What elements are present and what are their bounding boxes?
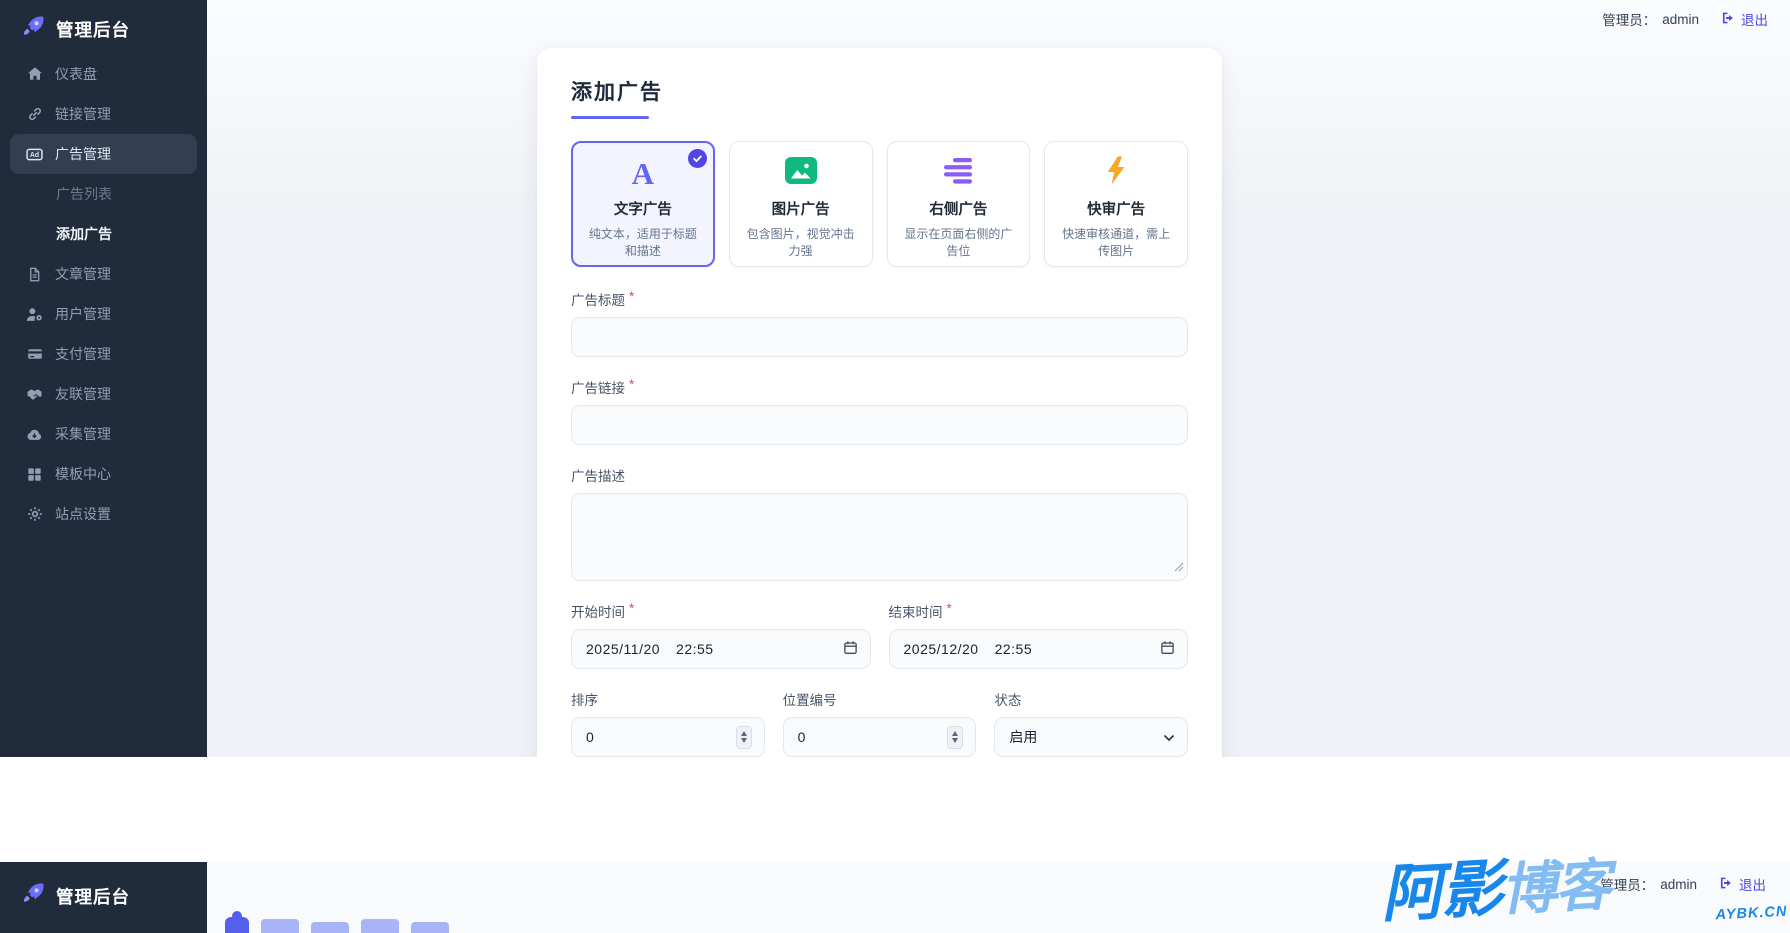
admin-info: 管理员： admin xyxy=(1600,874,1697,894)
logout-button[interactable]: 退出 xyxy=(1721,9,1768,29)
start-time-label: 开始时间 xyxy=(571,601,625,621)
ad-title-label: 广告标题 xyxy=(571,289,625,309)
sidebar-item-links[interactable]: 链接管理 xyxy=(10,94,197,134)
sort-group: 排序 0 xyxy=(571,689,765,757)
ad-desc-label: 广告描述 xyxy=(571,465,625,485)
text-ad-icon: A xyxy=(632,158,654,189)
ad-desc-textarea[interactable] xyxy=(571,493,1188,581)
sort-input[interactable]: 0 xyxy=(571,717,765,757)
sidebar-item-settings[interactable]: 站点设置 xyxy=(10,494,197,534)
topbar: 管理员： admin 退出 xyxy=(1602,9,1768,29)
ad-type-card-text[interactable]: A 文字广告 纯文本，适用于标题和描述 xyxy=(571,141,715,267)
sidebar-fragment: 管理后台 xyxy=(0,862,207,933)
brand-title: 管理后台 xyxy=(56,17,130,42)
screen: 管理后台 仪表盘 链接管理 xyxy=(0,0,1790,933)
number-stepper[interactable] xyxy=(736,726,752,749)
end-time-label: 结束时间 xyxy=(889,601,943,621)
ad-title-input[interactable] xyxy=(571,317,1188,357)
handshake-icon xyxy=(26,386,43,403)
sort-label: 排序 xyxy=(571,689,598,709)
required-mark: * xyxy=(629,377,634,397)
credit-card-icon xyxy=(26,346,43,363)
page-title: 添加广告 xyxy=(571,76,1188,106)
sidebar-item-dashboard[interactable]: 仪表盘 xyxy=(10,54,197,94)
admin-name: admin xyxy=(1660,877,1697,892)
resize-grip-icon[interactable] xyxy=(1174,559,1184,577)
sidebar: 管理后台 仪表盘 链接管理 xyxy=(0,0,207,757)
sidebar-item-users[interactable]: 用户管理 xyxy=(10,294,197,334)
end-time-group: 结束时间 * 2025/12/20 22:55 xyxy=(889,601,1189,669)
sidebar-item-ad-list[interactable]: 广告列表 xyxy=(10,174,197,214)
status-label: 状态 xyxy=(994,689,1021,709)
svg-text:Ad: Ad xyxy=(30,152,39,159)
admin-name: admin xyxy=(1662,12,1699,27)
home-icon xyxy=(26,66,43,83)
topbar-fragment: 管理员： admin 退出 xyxy=(1600,874,1766,894)
calendar-icon[interactable] xyxy=(843,640,858,658)
cloud-download-icon xyxy=(26,426,43,443)
required-mark: * xyxy=(629,601,634,621)
sidebar-item-ads[interactable]: Ad 广告管理 xyxy=(10,134,197,174)
required-mark: * xyxy=(947,601,952,621)
ad-type-selector: A 文字广告 纯文本，适用于标题和描述 xyxy=(571,141,1188,267)
ad-link-input[interactable] xyxy=(571,405,1188,445)
chevron-down-icon xyxy=(1163,729,1175,745)
sidebar-item-collection[interactable]: 采集管理 xyxy=(10,414,197,454)
ad-badge-icon: Ad xyxy=(26,146,43,163)
ad-title-group: 广告标题 * xyxy=(571,289,1188,357)
rocket-icon xyxy=(20,881,46,912)
add-ad-card: 添加广告 A 文字广告 纯文本，适用于标题和描述 xyxy=(537,48,1222,757)
grid-icon xyxy=(26,466,43,483)
link-icon xyxy=(26,106,43,123)
user-gear-icon xyxy=(26,306,43,323)
sidebar-item-templates[interactable]: 模板中心 xyxy=(10,454,197,494)
main-area: 管理员： admin 退出 添加广告 xyxy=(207,0,1790,757)
sidebar-nav: 仪表盘 链接管理 Ad xyxy=(0,46,207,534)
position-input[interactable]: 0 xyxy=(783,717,977,757)
ad-type-card-image[interactable]: 图片广告 包含图片，视觉冲击力强 xyxy=(729,141,873,267)
position-label: 位置编号 xyxy=(783,689,837,709)
sidebar-item-payments[interactable]: 支付管理 xyxy=(10,334,197,374)
sidebar-item-friend-links[interactable]: 友联管理 xyxy=(10,374,197,414)
sidebar-item-add-ad[interactable]: 添加广告 xyxy=(10,214,197,254)
sidebar-item-articles[interactable]: 文章管理 xyxy=(10,254,197,294)
calendar-icon[interactable] xyxy=(1160,640,1175,658)
main-fragment: 管理员： admin 退出 xyxy=(207,862,1790,933)
logout-icon xyxy=(1719,876,1733,893)
brand: 管理后台 xyxy=(0,0,207,46)
ad-type-card-fast-review[interactable]: 快审广告 快速审核通道，需上传图片 xyxy=(1044,141,1188,267)
position-group: 位置编号 0 xyxy=(783,689,977,757)
ad-desc-group: 广告描述 xyxy=(571,465,1188,581)
ad-link-group: 广告链接 * xyxy=(571,377,1188,445)
admin-info: 管理员： admin xyxy=(1602,9,1699,29)
plugin-icon xyxy=(225,917,249,933)
end-time-input[interactable]: 2025/12/20 22:55 xyxy=(889,629,1189,669)
ad-link-label: 广告链接 xyxy=(571,377,625,397)
ad-type-card-right-side[interactable]: 右侧广告 显示在页面右侧的广告位 xyxy=(887,141,1031,267)
status-group: 状态 启用 xyxy=(994,689,1188,757)
start-time-group: 开始时间 * 2025/11/20 22:55 xyxy=(571,601,871,669)
gear-icon xyxy=(26,506,43,523)
image-ad-icon xyxy=(785,157,817,189)
partial-section-heading xyxy=(225,907,449,933)
page-2-fragment: 管理后台 管理员： admin 退出 xyxy=(0,862,1790,933)
selected-check-icon xyxy=(688,149,707,168)
logout-icon xyxy=(1721,11,1735,28)
start-time-input[interactable]: 2025/11/20 22:55 xyxy=(571,629,871,669)
brand: 管理后台 xyxy=(0,862,207,908)
number-stepper[interactable] xyxy=(947,726,963,749)
document-icon xyxy=(26,266,43,283)
align-right-icon xyxy=(943,157,973,189)
logout-button[interactable]: 退出 xyxy=(1719,874,1766,894)
rocket-icon xyxy=(20,14,46,45)
title-underline xyxy=(571,116,649,119)
page-1: 管理后台 仪表盘 链接管理 xyxy=(0,0,1790,757)
brand-title: 管理后台 xyxy=(56,884,130,909)
status-select[interactable]: 启用 xyxy=(994,717,1188,757)
lightning-icon xyxy=(1106,156,1126,190)
required-mark: * xyxy=(629,289,634,309)
